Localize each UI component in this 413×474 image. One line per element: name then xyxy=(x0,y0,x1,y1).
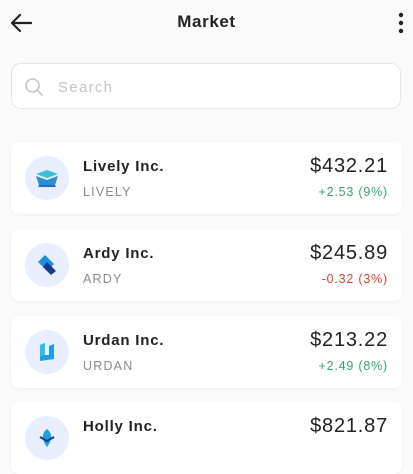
search-bar xyxy=(11,63,401,110)
stock-price: $245.89 xyxy=(310,242,388,264)
company-name: Ardy Inc. xyxy=(83,245,155,262)
more-vertical-icon xyxy=(398,12,404,34)
search-input[interactable] xyxy=(56,64,390,110)
stock-card-holly[interactable]: Holly Inc. $821.87 xyxy=(11,402,402,474)
stock-card-urdan[interactable]: Urdan Inc. URDAN $213.22 +2.49 (8%) xyxy=(11,316,402,388)
more-options-button[interactable] xyxy=(391,9,411,37)
stock-card-lively[interactable]: Lively Inc. LIVELY $432.21 +2.53 (9%) xyxy=(11,142,402,214)
page-title: Market xyxy=(177,12,236,31)
price-change: +2.49 (8%) xyxy=(318,359,388,373)
company-logo xyxy=(25,243,69,287)
ticker-symbol: URDAN xyxy=(83,359,134,373)
tray-logo-icon xyxy=(36,170,58,187)
stock-price: $213.22 xyxy=(310,329,388,351)
company-logo xyxy=(25,330,69,374)
u-shape-logo-icon xyxy=(40,343,54,361)
search-icon xyxy=(25,78,43,96)
stock-card-ardy[interactable]: Ardy Inc. ARDY $245.89 -0.32 (3%) xyxy=(11,229,402,301)
company-logo xyxy=(25,156,69,200)
diamond-logo-icon xyxy=(38,255,56,275)
header: Market xyxy=(0,0,413,46)
company-name: Urdan Inc. xyxy=(83,332,165,349)
company-logo xyxy=(25,416,69,460)
price-change: +2.53 (9%) xyxy=(318,185,388,199)
stock-price: $432.21 xyxy=(310,155,388,177)
leaf-logo-icon xyxy=(39,429,55,447)
ticker-symbol: LIVELY xyxy=(83,185,132,199)
price-change: -0.32 (3%) xyxy=(321,272,388,286)
ticker-symbol: ARDY xyxy=(83,272,123,286)
company-name: Holly Inc. xyxy=(83,418,158,435)
company-name: Lively Inc. xyxy=(83,158,165,175)
